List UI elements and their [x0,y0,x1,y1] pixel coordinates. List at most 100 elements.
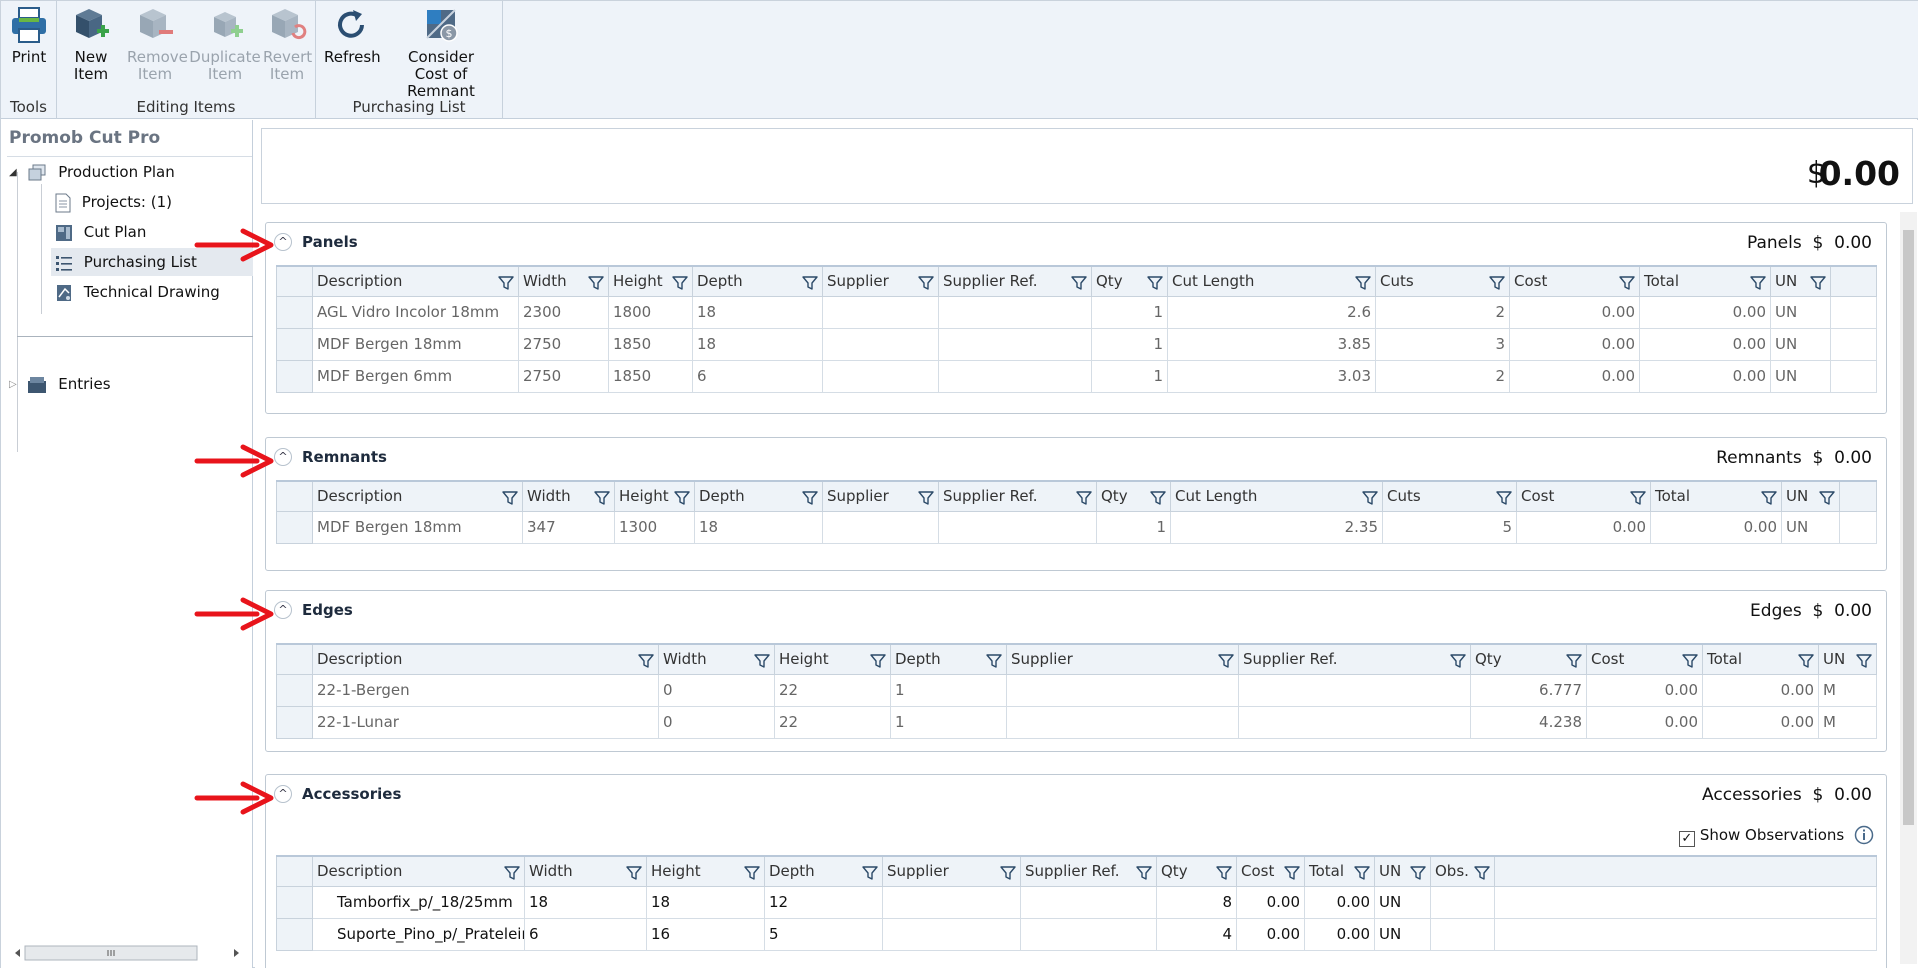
row-selector[interactable] [276,295,313,329]
filter-icon[interactable] [1076,490,1092,510]
table-row[interactable]: MDF Bergen 18mm 347 1300 18 1 2.35 5 0.00 0.00 UN [276,510,1877,544]
table-cell[interactable] [938,359,1092,393]
column-header-depth[interactable]: Depth [692,265,823,297]
table-cell[interactable]: 1850 [608,359,693,393]
column-header-cost[interactable]: Cost [1586,643,1703,675]
column-header-qty[interactable]: Qty [1470,643,1587,675]
table-cell[interactable]: 1850 [608,327,693,361]
table-cell[interactable]: 5 [764,917,883,951]
table-cell[interactable]: 1 [890,673,1007,707]
table-cell[interactable] [822,359,939,393]
filter-icon[interactable] [1798,653,1814,673]
table-cell[interactable]: 2300 [518,295,609,329]
collapse-panels-button[interactable]: ^ [274,233,292,251]
column-header-total[interactable]: Total [1304,855,1375,887]
column-header-total[interactable]: Total [1650,480,1782,512]
table-cell[interactable]: 4 [1156,917,1237,951]
filter-icon[interactable] [1682,653,1698,673]
table-cell[interactable] [1006,705,1239,739]
table-cell[interactable]: 3.03 [1167,359,1376,393]
table-row[interactable]: MDF Bergen 6mm 2750 1850 6 1 3.03 2 0.00 0.00 UN [276,359,1877,393]
filter-icon[interactable] [638,653,654,673]
info-icon[interactable] [1854,825,1874,845]
column-header-un[interactable]: UN [1770,265,1831,297]
filter-icon[interactable] [1150,490,1166,510]
table-cell[interactable]: 6 [692,359,823,393]
tree-node-cut-plan[interactable]: Cut Plan [55,218,146,246]
column-header-cuts[interactable]: Cuts [1382,480,1517,512]
table-cell[interactable]: UN [1770,327,1831,361]
column-header-qty[interactable]: Qty [1091,265,1168,297]
filter-icon[interactable] [1355,275,1371,295]
table-cell[interactable]: 0.00 [1509,327,1640,361]
filter-icon[interactable] [1856,653,1872,673]
column-header-cuts[interactable]: Cuts [1375,265,1510,297]
table-cell[interactable]: 0.00 [1586,673,1703,707]
filter-icon[interactable] [1000,865,1016,885]
filter-icon[interactable] [674,490,690,510]
table-cell[interactable]: 22-1-Bergen [312,673,659,707]
filter-icon[interactable] [1496,490,1512,510]
filter-icon[interactable] [1362,490,1378,510]
column-header-supplier[interactable]: Supplier [822,265,939,297]
column-header-height[interactable]: Height [774,643,891,675]
column-header-width[interactable]: Width [518,265,609,297]
table-cell[interactable]: 2 [1375,359,1510,393]
table-cell[interactable]: 22 [774,673,891,707]
show-observations-toggle[interactable]: ✓ Show Observations [1678,825,1874,847]
filter-icon[interactable] [1284,865,1300,885]
filter-icon[interactable] [870,653,886,673]
new-item-button[interactable]: New Item [69,5,113,83]
row-selector[interactable] [276,917,313,951]
filter-icon[interactable] [1761,490,1777,510]
collapse-edges-button[interactable]: ^ [274,601,292,619]
horizontal-scrollbar[interactable] [9,943,244,963]
table-cell[interactable]: UN [1770,359,1831,393]
filter-icon[interactable] [1819,490,1835,510]
expand-triangle-icon[interactable]: ▷ [9,371,17,399]
table-cell[interactable] [1238,705,1471,739]
table-cell[interactable]: 0.00 [1516,510,1651,544]
table-cell[interactable]: 0.00 [1304,885,1375,919]
filter-icon[interactable] [918,275,934,295]
filter-icon[interactable] [594,490,610,510]
table-cell[interactable]: 1 [1091,295,1168,329]
show-observations-checkbox[interactable]: ✓ [1678,831,1695,847]
filter-icon[interactable] [986,653,1002,673]
table-cell[interactable]: 0.00 [1586,705,1703,739]
table-cell[interactable] [1006,673,1239,707]
filter-icon[interactable] [626,865,642,885]
table-cell[interactable]: 0.00 [1639,327,1771,361]
column-header-description[interactable]: Description [312,643,659,675]
column-header-cost[interactable]: Cost [1509,265,1640,297]
vertical-scrollbar[interactable] [1900,212,1917,964]
filter-icon[interactable] [802,490,818,510]
filter-icon[interactable] [1810,275,1826,295]
filter-icon[interactable] [1566,653,1582,673]
column-header-obs[interactable]: Obs. [1430,855,1495,887]
tree-node-entries[interactable]: ▷ Entries [9,370,111,398]
table-cell[interactable]: 1 [890,705,1007,739]
table-row[interactable]: AGL Vidro Incolor 18mm 2300 1800 18 1 2.6 2 0.0… [276,295,1877,329]
column-header-cut-length[interactable]: Cut Length [1167,265,1376,297]
column-header-depth[interactable]: Depth [694,480,823,512]
table-cell[interactable] [1238,673,1471,707]
table-cell[interactable] [882,917,1021,951]
table-cell[interactable]: 4.238 [1470,705,1587,739]
refresh-button[interactable]: Refresh [324,5,381,66]
table-cell[interactable]: AGL Vidro Incolor 18mm [312,295,519,329]
table-row[interactable]: 22-1-Bergen 0 22 1 6.777 0.00 0.00 M [276,673,1877,707]
column-header-depth[interactable]: Depth [890,643,1007,675]
table-cell[interactable]: 22 [774,705,891,739]
table-cell[interactable]: 2750 [518,359,609,393]
table-cell[interactable]: 0.00 [1702,705,1819,739]
column-header-supplier-ref[interactable]: Supplier Ref. [938,480,1097,512]
table-cell[interactable]: 2.6 [1167,295,1376,329]
table-cell[interactable]: 2750 [518,327,609,361]
table-cell[interactable]: 0.00 [1639,295,1771,329]
collapse-remnants-button[interactable]: ^ [274,448,292,466]
table-cell[interactable]: 1800 [608,295,693,329]
row-selector[interactable] [276,885,313,919]
table-cell[interactable]: MDF Bergen 18mm [312,510,523,544]
filter-icon[interactable] [1450,653,1466,673]
